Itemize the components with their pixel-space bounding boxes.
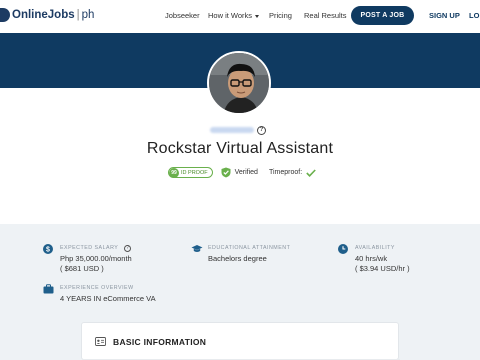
nav-link-real-results[interactable]: Real Results	[304, 11, 347, 20]
post-a-job-button[interactable]: POST A JOB	[351, 6, 414, 25]
signup-link[interactable]: SIGN UP	[429, 11, 460, 20]
nav-link-jobseeker[interactable]: Jobseeker	[165, 11, 200, 20]
onlinejobs-logo[interactable]: OnlineJobs | ph	[0, 8, 94, 22]
logo-mark-icon	[0, 8, 10, 22]
basic-information-title: BASIC INFORMATION	[113, 337, 207, 347]
svg-text:$: $	[46, 247, 50, 254]
checkmark-icon	[306, 168, 316, 177]
nav-link-pricing[interactable]: Pricing	[269, 11, 292, 20]
education-label: EDUCATIONAL ATTAINMENT	[208, 245, 291, 251]
caret-down-icon	[255, 14, 260, 18]
availability-label: AVAILABILITY	[355, 245, 395, 251]
availability-hours: 40 hrs/wk	[355, 254, 388, 263]
education-value: Bachelors degree	[208, 254, 267, 263]
nav-link-how-it-works[interactable]: How it Works	[208, 11, 260, 20]
avatar	[207, 51, 271, 115]
basic-information-card: BASIC INFORMATION	[81, 322, 400, 360]
logo-separator: |	[76, 9, 80, 21]
salary-help-icon[interactable]: ?	[124, 245, 132, 252]
logo-suffix: ph	[81, 9, 95, 21]
dollar-icon: $	[43, 244, 53, 254]
top-nav: OnlineJobs | ph Jobseeker How it Works P…	[0, 0, 480, 33]
id-card-icon	[95, 337, 106, 346]
id-proof-badge[interactable]: 99 ID PROOF	[168, 167, 213, 178]
clock-icon	[338, 244, 348, 254]
expected-salary-label-text: EXPECTED SALARY	[60, 245, 119, 251]
logo-text: OnlineJobs	[12, 9, 75, 21]
avatar-photo	[209, 53, 269, 113]
expected-salary-label: EXPECTED SALARY ?	[60, 245, 132, 252]
profile-title: Rockstar Virtual Assistant	[146, 140, 334, 157]
login-link[interactable]: LO	[469, 11, 479, 20]
blurred-name	[210, 127, 254, 133]
id-proof-score: 99	[169, 167, 179, 178]
nav-link-how-it-works-label: How it Works	[208, 11, 253, 20]
experience-value: 4 YEARS IN eCommerce VA	[60, 294, 156, 303]
shield-check-icon	[221, 167, 231, 178]
verified-label: Verified	[234, 169, 258, 176]
profile-badges: 99 ID PROOF Verified Timeproof:	[168, 166, 316, 179]
id-proof-label: ID PROOF	[181, 169, 208, 176]
experience-label: EXPERIENCE OVERVIEW	[60, 285, 134, 291]
help-icon[interactable]: ?	[257, 126, 266, 135]
timeproof-label: Timeproof:	[268, 169, 303, 176]
availability-rate: ( $3.94 USD/hr )	[355, 264, 410, 273]
expected-salary-monthly: Php 35,000.00/month	[60, 254, 132, 263]
briefcase-icon	[43, 284, 54, 294]
graduation-cap-icon	[191, 245, 203, 252]
expected-salary-usd: ( $681 USD )	[60, 264, 104, 273]
